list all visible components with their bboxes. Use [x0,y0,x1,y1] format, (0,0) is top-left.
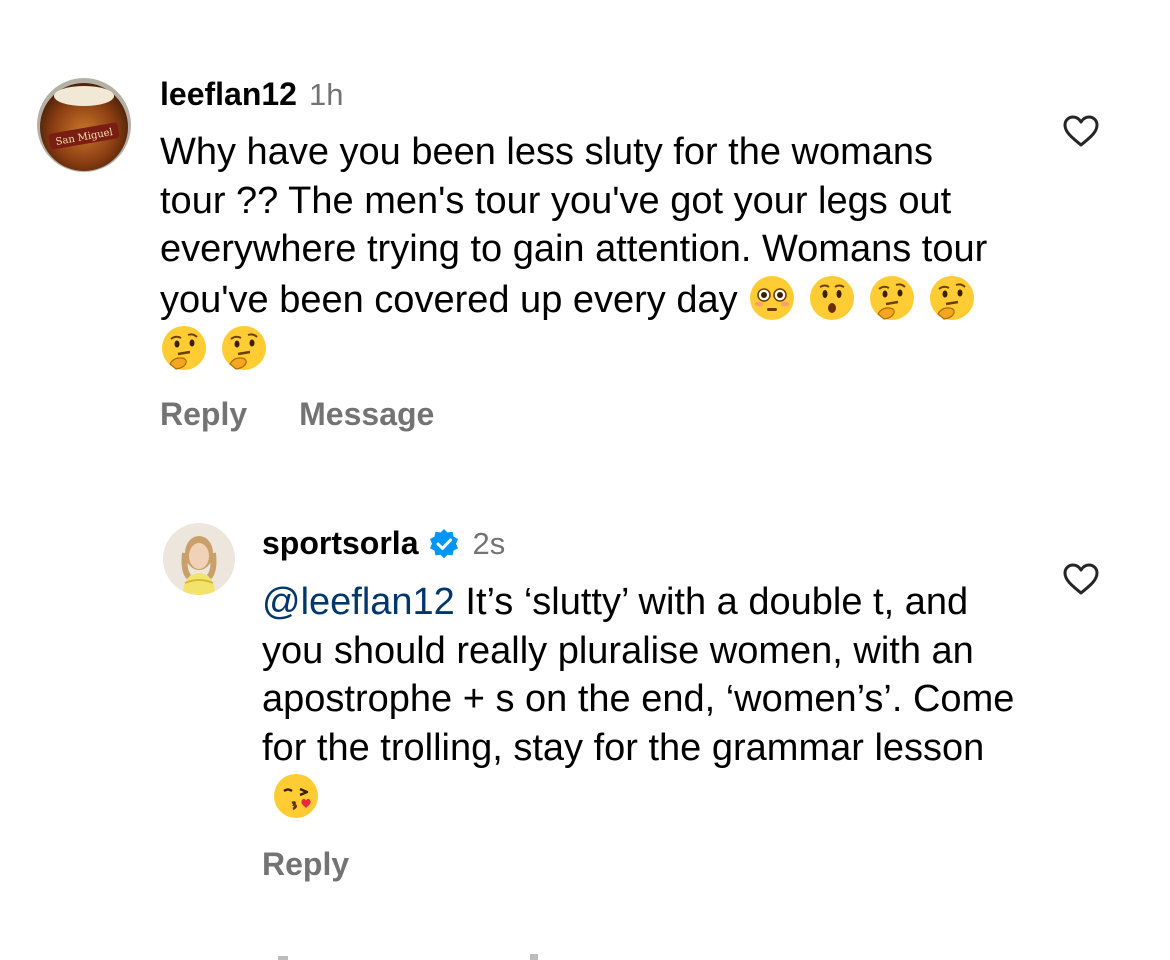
hushed-face-emoji [810,275,855,320]
face-blowing-a-kiss-emoji [274,774,318,818]
message-button[interactable]: Message [299,396,434,433]
thinking-face-emoji [162,326,206,370]
comment-text: Why have you been less sluty for the wom… [160,128,1000,375]
next-comment-partial [278,954,538,960]
timestamp: 2s [472,525,506,561]
like-heart-icon[interactable] [1062,562,1100,596]
thinking-face-emoji [930,275,975,320]
verified-badge-icon [430,528,459,558]
timestamp: 1h [308,76,344,112]
username-sportsorla[interactable]: sportsorla [262,525,418,562]
username-leeflan12[interactable]: leeflan12 [160,76,297,113]
reply-text: @leeflan12 It’s ‘slutty’ with a double t… [262,578,1022,823]
like-heart-icon[interactable] [1062,114,1100,148]
avatar-sportsorla[interactable] [163,523,235,595]
thinking-face-emoji [222,326,266,370]
flushed-face-emoji [750,275,795,320]
avatar-leeflan12[interactable]: San Miguel [37,78,131,172]
thinking-face-emoji [870,275,915,320]
reply-button[interactable]: Reply [160,396,247,433]
reply-button[interactable]: Reply [262,846,349,883]
mention-link[interactable]: @leeflan12 [262,581,455,623]
